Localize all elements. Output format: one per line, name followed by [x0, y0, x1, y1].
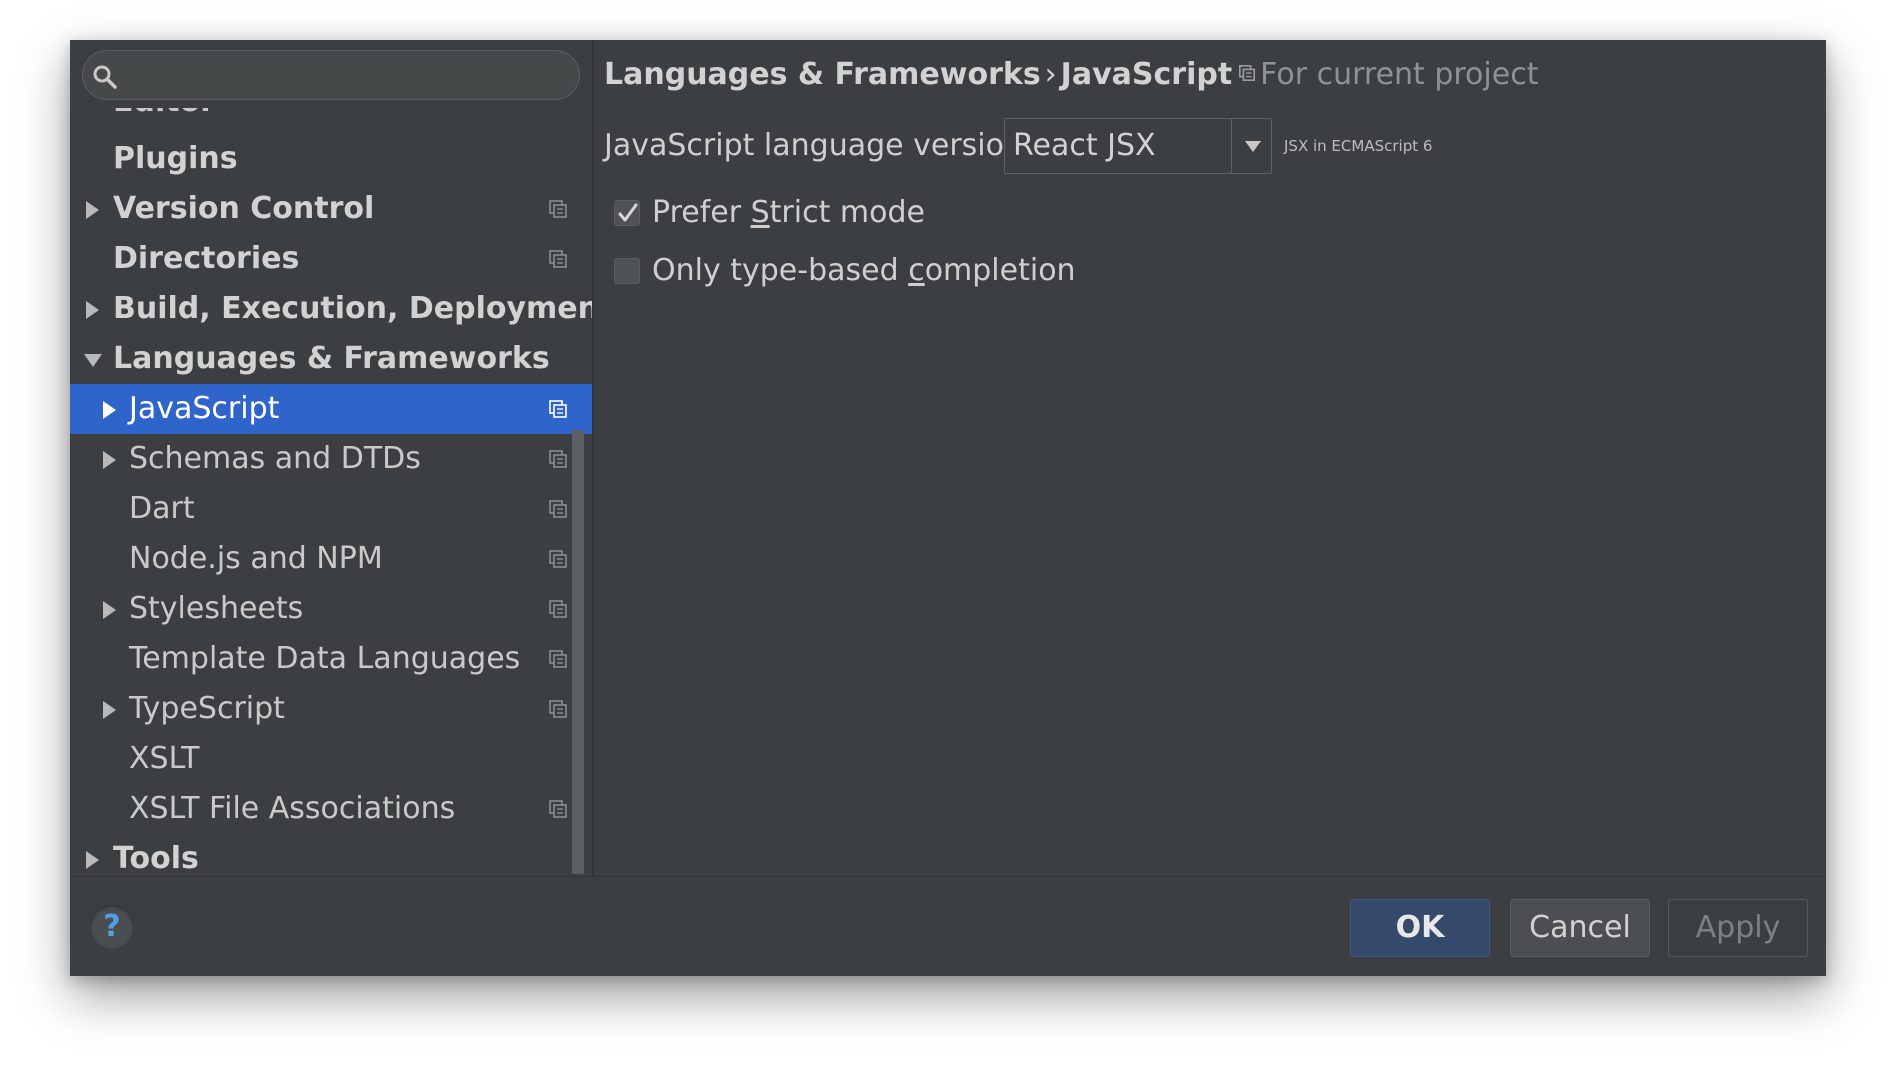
tree-scrollbar[interactable] — [572, 430, 584, 874]
type-completion-label: Only type-based completion — [652, 246, 1076, 296]
scope-label: For current project — [1260, 57, 1539, 92]
tree-item-label: Stylesheets — [129, 591, 304, 626]
tree-item-label: Languages & Frameworks — [113, 341, 550, 376]
chevron-down-icon[interactable] — [1245, 141, 1261, 152]
strict-mode-option[interactable]: Prefer Strict mode — [604, 188, 1504, 238]
language-version-hint: JSX in ECMAScript 6 — [1284, 137, 1433, 155]
tree-item-label: Tools — [113, 841, 199, 876]
apply-button[interactable]: Apply — [1668, 899, 1808, 957]
project-settings-icon — [1239, 64, 1256, 82]
label-text: trict mode — [769, 195, 925, 230]
search-field[interactable] — [82, 50, 580, 100]
tree-item-label: Node.js and NPM — [129, 541, 383, 576]
tree-item-label: JavaScript — [129, 391, 280, 426]
breadcrumb: Languages & Frameworks › JavaScript For cur… — [604, 52, 1538, 98]
settings-sidebar: Editor Plugins Version Control Directori… — [70, 40, 593, 876]
type-completion-option[interactable]: Only type-based completion — [604, 246, 1504, 296]
project-settings-icon — [549, 250, 567, 268]
language-version-value: React JSX — [1013, 128, 1156, 163]
tree-item-label: XSLT File Associations — [129, 791, 456, 826]
project-settings-icon — [549, 650, 567, 668]
expand-arrow-icon[interactable] — [103, 401, 116, 419]
tree-item-label: Template Data Languages — [129, 641, 521, 676]
label-text: Prefer — [652, 195, 751, 230]
project-settings-icon — [549, 600, 567, 618]
tree-item-typescript[interactable]: TypeScript — [70, 684, 592, 734]
language-version-row: JavaScript language version React JSX JS… — [604, 118, 1804, 174]
project-settings-icon — [549, 550, 567, 568]
strict-mode-label: Prefer Strict mode — [652, 188, 925, 238]
search-icon — [93, 65, 117, 89]
select-divider — [1231, 119, 1232, 173]
tree-item-version-control[interactable]: Version Control — [70, 184, 592, 234]
tree-item-directories[interactable]: Directories — [70, 234, 592, 284]
settings-content: Languages & Frameworks › JavaScript For cur… — [592, 40, 1826, 876]
tree-item-languages-frameworks[interactable]: Languages & Frameworks — [70, 334, 592, 384]
settings-tree: Editor Plugins Version Control Directori… — [70, 108, 592, 876]
tree-item-label: Build, Execution, Deployment — [113, 291, 592, 326]
breadcrumb-parent[interactable]: Languages & Frameworks — [604, 57, 1041, 92]
type-completion-checkbox[interactable] — [614, 258, 640, 284]
cancel-button[interactable]: Cancel — [1510, 899, 1650, 957]
tree-item-javascript[interactable]: JavaScript — [70, 384, 592, 434]
breadcrumb-separator: › — [1044, 57, 1057, 92]
project-settings-icon — [549, 800, 567, 818]
tree-item-label: Version Control — [113, 191, 375, 226]
tree-item-dart[interactable]: Dart — [70, 484, 592, 534]
tree-item-xslt-file-associations[interactable]: XSLT File Associations — [70, 784, 592, 834]
expand-arrow-icon[interactable] — [103, 701, 116, 719]
project-settings-icon — [549, 700, 567, 718]
tree-item-stylesheets[interactable]: Stylesheets — [70, 584, 592, 634]
tree-item-label: Dart — [129, 491, 195, 526]
tree-item-clipped[interactable]: Editor — [113, 108, 215, 119]
label-text: Only type-based — [652, 253, 909, 288]
project-settings-icon — [549, 200, 567, 218]
language-version-select[interactable]: React JSX — [1004, 118, 1272, 174]
ok-button[interactable]: OK — [1350, 899, 1490, 957]
project-settings-icon — [549, 450, 567, 468]
tree-item-schemas-dtds[interactable]: Schemas and DTDs — [70, 434, 592, 484]
expand-arrow-icon[interactable] — [86, 301, 99, 319]
project-settings-icon — [549, 400, 567, 418]
settings-dialog: Editor Plugins Version Control Directori… — [70, 40, 1826, 976]
tree-item-label: TypeScript — [129, 691, 285, 726]
tree-item-tools[interactable]: Tools — [70, 834, 592, 876]
expand-arrow-icon[interactable] — [103, 451, 116, 469]
checkmark-icon — [618, 203, 638, 222]
tree-item-template-data-languages[interactable]: Template Data Languages — [70, 634, 592, 684]
label-text: ompletion — [924, 253, 1076, 288]
expand-arrow-icon[interactable] — [103, 601, 116, 619]
tree-item-xslt[interactable]: XSLT — [70, 734, 592, 784]
tree-item-label: Schemas and DTDs — [129, 441, 421, 476]
tree-item-nodejs-npm[interactable]: Node.js and NPM — [70, 534, 592, 584]
expand-arrow-icon[interactable] — [86, 851, 99, 869]
expand-arrow-icon[interactable] — [86, 201, 99, 219]
tree-item-label: XSLT — [129, 741, 200, 776]
tree-item-label: Plugins — [113, 141, 238, 176]
tree-item-label: Directories — [113, 241, 300, 276]
dialog-footer: ? OK Cancel Apply — [70, 876, 1826, 976]
tree-item-plugins[interactable]: Plugins — [70, 134, 592, 184]
mnemonic-letter: c — [908, 253, 925, 288]
language-version-label: JavaScript language version — [604, 128, 1024, 163]
help-button[interactable]: ? — [90, 905, 134, 949]
project-settings-icon — [549, 500, 567, 518]
tree-item-build-execution-deployment[interactable]: Build, Execution, Deployment — [70, 284, 592, 334]
breadcrumb-current: JavaScript — [1060, 57, 1233, 92]
strict-mode-checkbox[interactable] — [614, 200, 640, 226]
mnemonic-letter: S — [750, 195, 770, 230]
collapse-arrow-icon[interactable] — [84, 354, 102, 367]
